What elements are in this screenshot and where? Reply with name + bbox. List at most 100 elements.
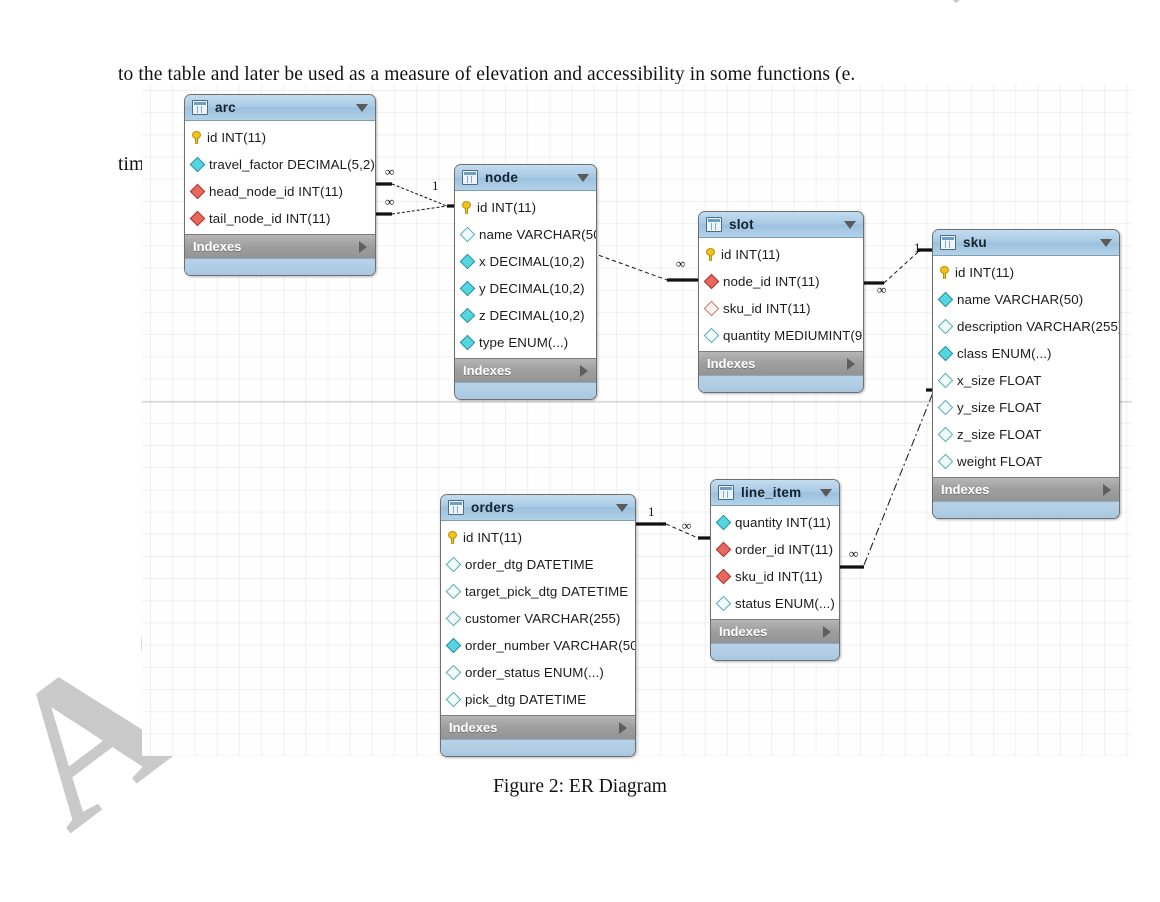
er-table-orders-indexes[interactable]: Indexes <box>441 715 635 739</box>
chevron-down-icon[interactable] <box>577 173 589 182</box>
er-table-line-item-fields: quantity INT(11) order_id INT(11) sku_id… <box>711 506 839 619</box>
field-row[interactable]: name VARCHAR(50) <box>933 286 1119 313</box>
cardinality-slot-many-node: ∞ <box>676 256 686 271</box>
er-table-sku-indexes[interactable]: Indexes <box>933 477 1119 501</box>
field-row[interactable]: id INT(11) <box>455 194 596 221</box>
chevron-down-icon[interactable] <box>844 220 856 229</box>
column-icon <box>459 280 476 297</box>
field-label: id INT(11) <box>477 200 537 215</box>
chevron-right-icon[interactable] <box>359 240 367 253</box>
column-icon <box>445 610 462 627</box>
field-row[interactable]: z_size FLOAT <box>933 421 1119 448</box>
column-icon <box>937 426 954 443</box>
field-row[interactable]: x_size FLOAT <box>933 367 1119 394</box>
field-row[interactable]: sku_id INT(11) <box>711 563 839 590</box>
er-table-line-item-header[interactable]: line_item <box>711 480 839 506</box>
primary-key-icon <box>706 248 715 261</box>
field-label: id INT(11) <box>207 130 267 145</box>
er-table-arc-header[interactable]: arc <box>185 95 375 121</box>
chevron-right-icon[interactable] <box>823 625 831 638</box>
field-row[interactable]: type ENUM(...) <box>455 329 596 356</box>
field-row[interactable]: order_dtg DATETIME <box>441 551 635 578</box>
er-table-sku-header[interactable]: sku <box>933 230 1119 256</box>
indexes-label: Indexes <box>449 720 498 735</box>
field-row[interactable]: quantity MEDIUMINT(9) <box>699 322 863 349</box>
table-icon <box>448 500 464 515</box>
er-table-arc-fields: id INT(11) travel_factor DECIMAL(5,2) he… <box>185 121 375 234</box>
foreign-key-icon <box>703 273 720 290</box>
field-label: name VARCHAR(50) <box>479 227 597 242</box>
chevron-right-icon[interactable] <box>1103 483 1111 496</box>
er-table-slot-indexes[interactable]: Indexes <box>699 351 863 375</box>
field-row[interactable]: id INT(11) <box>699 241 863 268</box>
er-table-orders[interactable]: orders id INT(11) order_dtg DATETIME tar… <box>440 494 636 757</box>
field-row[interactable]: z DECIMAL(10,2) <box>455 302 596 329</box>
field-row[interactable]: y_size FLOAT <box>933 394 1119 421</box>
field-row[interactable]: y DECIMAL(10,2) <box>455 275 596 302</box>
field-row[interactable]: name VARCHAR(50) <box>455 221 596 248</box>
foreign-key-icon <box>715 541 732 558</box>
field-row[interactable]: weight FLOAT <box>933 448 1119 475</box>
er-table-slot-header[interactable]: slot <box>699 212 863 238</box>
foreign-key-icon <box>703 300 720 317</box>
table-icon <box>192 100 208 115</box>
field-row[interactable]: order_status ENUM(...) <box>441 659 635 686</box>
er-diagram-canvas: ∞ ∞ 1 1 ∞ ∞ 1 1 ∞ ∞ arc id INT(11) trave… <box>142 84 1132 757</box>
field-row[interactable]: x DECIMAL(10,2) <box>455 248 596 275</box>
field-row[interactable]: order_id INT(11) <box>711 536 839 563</box>
field-row[interactable]: order_number VARCHAR(50) <box>441 632 635 659</box>
cardinality-orders-one: 1 <box>648 504 655 519</box>
field-row[interactable]: customer VARCHAR(255) <box>441 605 635 632</box>
table-icon <box>940 235 956 250</box>
field-row[interactable]: sku_id INT(11) <box>699 295 863 322</box>
chevron-down-icon[interactable] <box>616 503 628 512</box>
er-table-node-header[interactable]: node <box>455 165 596 191</box>
indexes-label: Indexes <box>941 482 990 497</box>
chevron-right-icon[interactable] <box>580 364 588 377</box>
er-table-node[interactable]: node id INT(11) name VARCHAR(50) x DECIM… <box>454 164 597 400</box>
er-table-footer <box>711 643 839 660</box>
field-label: id INT(11) <box>721 247 781 262</box>
foreign-key-icon <box>189 210 206 227</box>
chevron-down-icon[interactable] <box>820 488 832 497</box>
column-icon <box>445 583 462 600</box>
er-table-node-indexes[interactable]: Indexes <box>455 358 596 382</box>
primary-key-icon <box>448 531 457 544</box>
er-table-sku[interactable]: sku id INT(11) name VARCHAR(50) descript… <box>932 229 1120 519</box>
er-table-footer <box>699 375 863 392</box>
chevron-right-icon[interactable] <box>847 357 855 370</box>
field-row[interactable]: travel_factor DECIMAL(5,2) <box>185 151 375 178</box>
column-icon <box>937 399 954 416</box>
field-row[interactable]: tail_node_id INT(11) <box>185 205 375 232</box>
chevron-down-icon[interactable] <box>1100 238 1112 247</box>
er-table-line-item-indexes[interactable]: Indexes <box>711 619 839 643</box>
field-label: weight FLOAT <box>957 454 1043 469</box>
er-table-slot[interactable]: slot id INT(11) node_id INT(11) sku_id I… <box>698 211 864 393</box>
cardinality-node-one-arc: 1 <box>432 178 439 193</box>
chevron-down-icon[interactable] <box>356 103 368 112</box>
field-row[interactable]: status ENUM(...) <box>711 590 839 617</box>
indexes-label: Indexes <box>719 624 768 639</box>
field-row[interactable]: id INT(11) <box>441 524 635 551</box>
er-table-line-item[interactable]: line_item quantity INT(11) order_id INT(… <box>710 479 840 661</box>
er-table-orders-header[interactable]: orders <box>441 495 635 521</box>
field-row[interactable]: head_node_id INT(11) <box>185 178 375 205</box>
field-row[interactable]: id INT(11) <box>185 124 375 151</box>
er-table-arc[interactable]: arc id INT(11) travel_factor DECIMAL(5,2… <box>184 94 376 276</box>
column-icon <box>459 226 476 243</box>
field-label: x DECIMAL(10,2) <box>479 254 585 269</box>
field-row[interactable]: quantity INT(11) <box>711 509 839 536</box>
field-row[interactable]: target_pick_dtg DATETIME <box>441 578 635 605</box>
field-row[interactable]: node_id INT(11) <box>699 268 863 295</box>
field-row[interactable]: class ENUM(...) <box>933 340 1119 367</box>
er-table-orders-title: orders <box>471 500 515 515</box>
field-row[interactable]: id INT(11) <box>933 259 1119 286</box>
column-icon <box>715 595 732 612</box>
field-row[interactable]: description VARCHAR(255) <box>933 313 1119 340</box>
column-icon <box>445 691 462 708</box>
chevron-right-icon[interactable] <box>619 721 627 734</box>
field-label: type ENUM(...) <box>479 335 569 350</box>
column-icon <box>937 453 954 470</box>
field-row[interactable]: pick_dtg DATETIME <box>441 686 635 713</box>
er-table-arc-indexes[interactable]: Indexes <box>185 234 375 258</box>
